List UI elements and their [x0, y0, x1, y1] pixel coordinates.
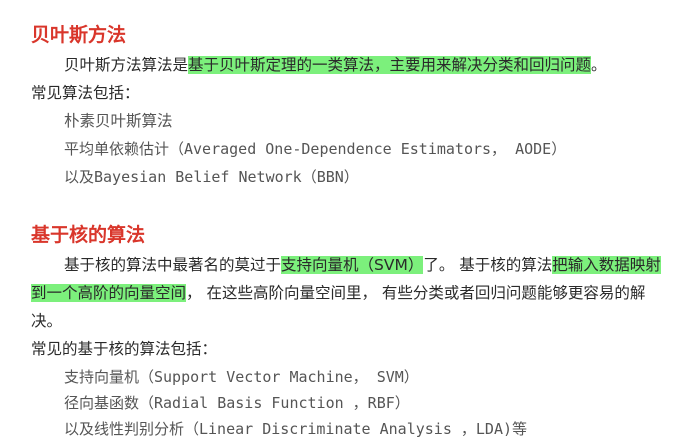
- list-item: 以及Bayesian Belief Network（BBN）: [64, 168, 359, 186]
- list-item: 平均单依赖估计（Averaged One-Dependence Estimato…: [64, 140, 567, 158]
- paragraph-text: 了。 基于核的算法: [423, 256, 553, 274]
- kernel-paragraph-line-3: 决。: [31, 312, 63, 330]
- paragraph-text: 基于核的算法中最著名的莫过于: [64, 256, 282, 274]
- intro-highlight: 基于贝叶斯定理的一类算法，主要用来解决分类和回归问题: [188, 56, 592, 74]
- section-title-bayesian: 贝叶斯方法: [31, 24, 127, 46]
- intro-end: 。: [591, 56, 607, 74]
- list-item: 朴素贝叶斯算法: [64, 112, 173, 130]
- intro-text: 贝叶斯方法算法是: [64, 56, 189, 74]
- vector-space-highlight: 到一个高阶的向量空间: [31, 284, 187, 302]
- kernel-paragraph-line-2: 到一个高阶的向量空间， 在这些高阶向量空间里， 有些分类或者回归问题能够更容易的…: [31, 282, 645, 304]
- list-heading: 常见算法包括：: [31, 84, 140, 102]
- list-item: 支持向量机（Support Vector Machine， SVM）: [64, 368, 419, 386]
- article-page: 贝叶斯方法 贝叶斯方法算法是基于贝叶斯定理的一类算法，主要用来解决分类和回归问题…: [0, 0, 699, 443]
- svm-highlight: 支持向量机（SVM）: [281, 256, 424, 274]
- kernel-paragraph-line-1: 基于核的算法中最著名的莫过于支持向量机（SVM）了。 基于核的算法把输入数据映射: [64, 254, 661, 276]
- list-item: 以及线性判别分析（Linear Discriminate Analysis ，L…: [64, 420, 528, 438]
- mapping-highlight: 把输入数据映射: [552, 256, 661, 274]
- paragraph-text: ， 在这些高阶向量空间里， 有些分类或者回归问题能够更容易的解: [186, 284, 646, 302]
- list-heading: 常见的基于核的算法包括：: [31, 340, 218, 358]
- section-intro-paragraph: 贝叶斯方法算法是基于贝叶斯定理的一类算法，主要用来解决分类和回归问题。: [64, 54, 607, 76]
- section-title-kernel: 基于核的算法: [31, 224, 146, 246]
- list-item: 径向基函数（Radial Basis Function ，RBF）: [64, 394, 410, 412]
